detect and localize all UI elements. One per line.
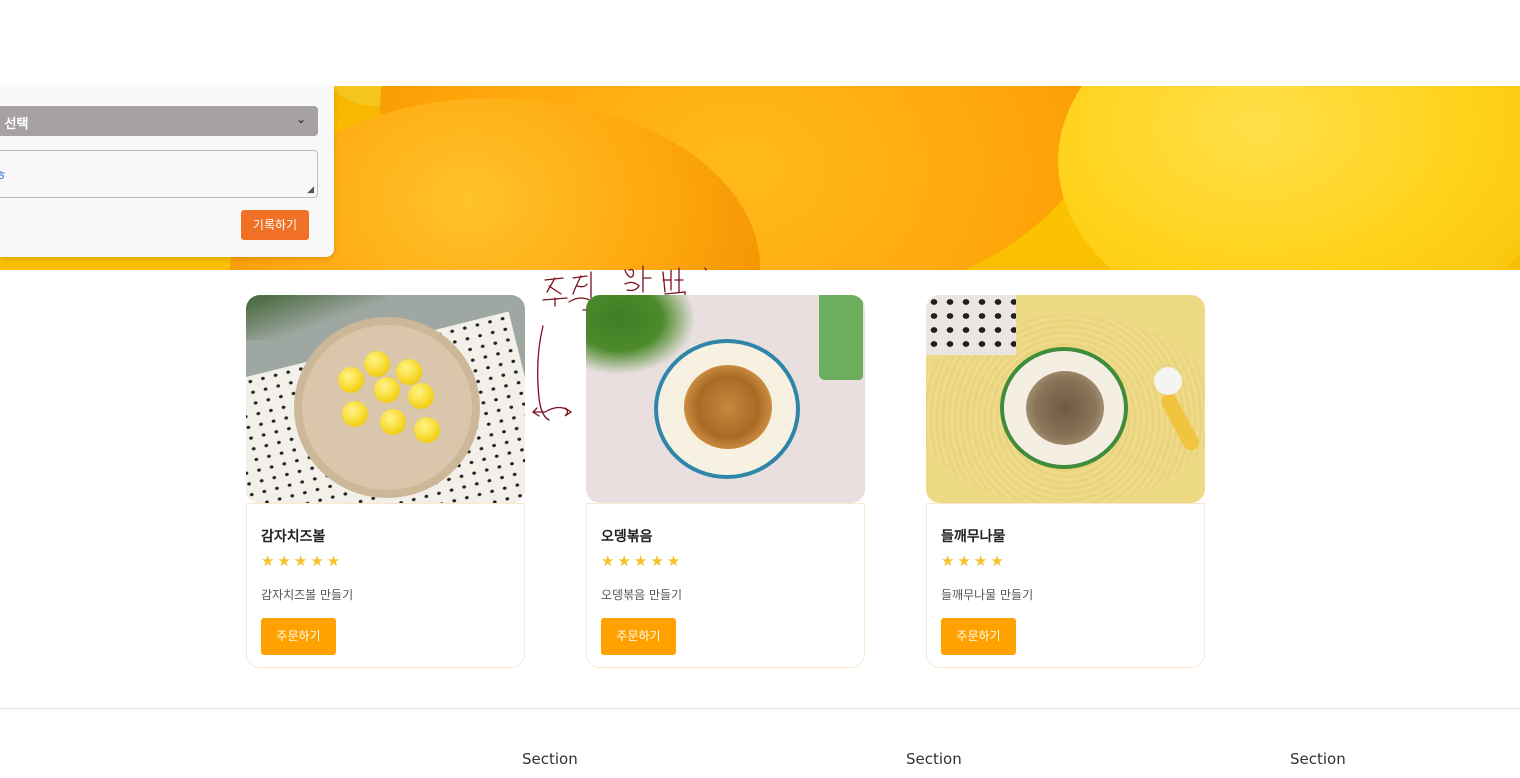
cheese-ball bbox=[342, 401, 368, 427]
product-photo[interactable] bbox=[586, 295, 865, 503]
product-name[interactable]: 들깨무나물 bbox=[941, 526, 1005, 546]
cheese-ball bbox=[396, 359, 422, 385]
product-photo[interactable] bbox=[926, 295, 1205, 503]
store-select-value: 점 선택 bbox=[0, 117, 29, 132]
dotted-cloth bbox=[926, 295, 1016, 355]
footer-section-link[interactable]: Section bbox=[906, 750, 962, 768]
star-rating: ★★★★★ bbox=[601, 552, 684, 570]
order-button[interactable]: 주문하기 bbox=[261, 618, 336, 655]
perilla-radish-dish bbox=[1026, 371, 1104, 445]
lemon-shape bbox=[1058, 86, 1520, 270]
cheese-ball bbox=[414, 417, 440, 443]
order-button[interactable]: 주문하기 bbox=[941, 618, 1016, 655]
footer-section-link[interactable]: Section bbox=[1290, 750, 1346, 768]
green-cloth bbox=[819, 295, 863, 380]
product-card[interactable]: 오뎅볶음 ★★★★★ 오뎅볶음 만들기 주문하기 bbox=[586, 295, 865, 668]
star-rating: ★★★★ bbox=[941, 552, 1007, 570]
cheese-ball bbox=[338, 367, 364, 393]
star-rating: ★★★★★ bbox=[261, 552, 344, 570]
cheese-ball bbox=[380, 409, 406, 435]
order-button[interactable]: 주문하기 bbox=[601, 618, 676, 655]
fishcake-dish bbox=[684, 365, 772, 449]
product-card-body: 들깨무나물 ★★★★ 들깨무나물 만들기 주문하기 bbox=[926, 503, 1205, 668]
feedback-textarea-value: ㅎ bbox=[0, 169, 7, 184]
product-card-body: 감자치즈볼 ★★★★★ 감자치즈볼 만들기 주문하기 bbox=[246, 503, 525, 668]
footer-section-link[interactable]: Section bbox=[522, 750, 578, 768]
product-photo[interactable] bbox=[246, 295, 525, 503]
product-description: 오뎅볶음 만들기 bbox=[601, 588, 683, 602]
feedback-form-panel: 점 선택 ⌄ ㅎ ◢ 기록하기 bbox=[0, 86, 334, 257]
cheese-ball bbox=[364, 351, 390, 377]
product-card[interactable]: 들깨무나물 ★★★★ 들깨무나물 만들기 주문하기 bbox=[926, 295, 1205, 668]
cheese-ball bbox=[374, 377, 400, 403]
chevron-down-icon: ⌄ bbox=[295, 112, 306, 126]
record-button[interactable]: 기록하기 bbox=[241, 210, 309, 240]
product-name[interactable]: 감자치즈볼 bbox=[261, 526, 325, 546]
product-description: 들깨무나물 만들기 bbox=[941, 588, 1034, 602]
product-card-body: 오뎅볶음 ★★★★★ 오뎅볶음 만들기 주문하기 bbox=[586, 503, 865, 668]
spoon bbox=[1154, 367, 1182, 395]
product-card[interactable]: 감자치즈볼 ★★★★★ 감자치즈볼 만들기 주문하기 bbox=[246, 295, 525, 668]
store-select[interactable]: 점 선택 ⌄ bbox=[0, 106, 318, 136]
resize-grip-icon[interactable]: ◢ bbox=[307, 185, 314, 195]
product-description: 감자치즈볼 만들기 bbox=[261, 588, 354, 602]
scalloped-plate bbox=[302, 325, 472, 490]
cheese-ball bbox=[408, 383, 434, 409]
product-name[interactable]: 오뎅볶음 bbox=[601, 526, 653, 546]
footer-divider bbox=[0, 708, 1520, 709]
feedback-textarea[interactable]: ㅎ ◢ bbox=[0, 150, 318, 198]
